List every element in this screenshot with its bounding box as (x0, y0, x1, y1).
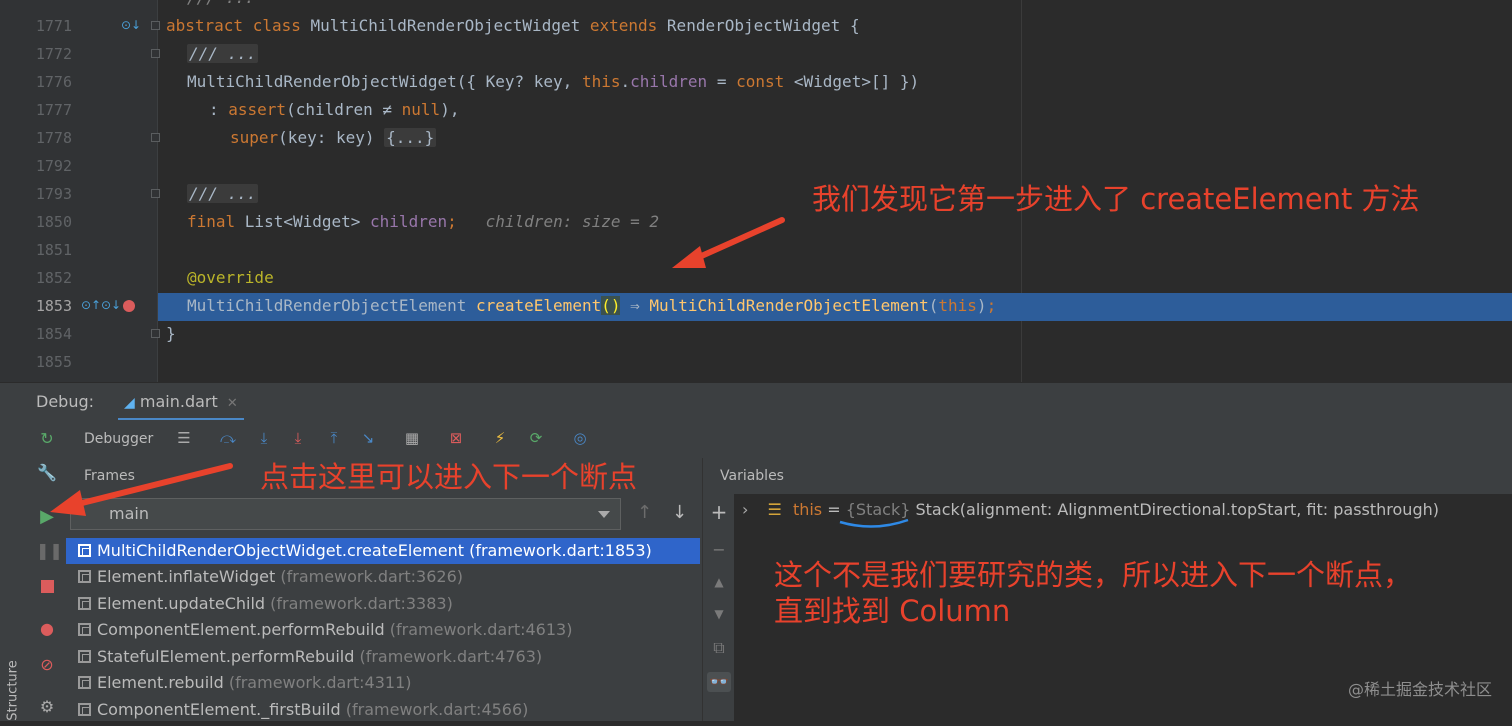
variables-toolbar: + − ▲ ▼ ⧉ 👓 (702, 494, 736, 721)
fold-marker-icon[interactable] (151, 21, 160, 30)
inline-debug-hint: children: size = 2 (485, 212, 660, 231)
frame-item-selected[interactable]: MultiChildRenderObjectWidget.createEleme… (66, 538, 700, 564)
code-editor[interactable]: /// ... 1771 1772 1776 1777 1778 1792 17… (0, 0, 1512, 382)
stop-button[interactable] (36, 576, 58, 598)
line-number: 1792 (35, 157, 72, 175)
annotation-text: 点击这里可以进入下一个断点 (260, 460, 638, 494)
code-line: super(key: key) {...} (230, 128, 437, 147)
code-line: MultiChildRenderObjectWidget({ Key? key,… (187, 72, 920, 91)
frame-item[interactable]: Element.rebuild (framework.dart:4311) (66, 670, 700, 696)
mute-breakpoints-icon[interactable]: ⊘ (36, 654, 58, 676)
debug-label: Debug: (36, 392, 95, 411)
line-number-current: 1853 (35, 297, 72, 315)
line-number: 1771 (35, 17, 72, 35)
frame-icon (78, 676, 91, 689)
annotation-arrow (672, 217, 785, 268)
frame-item[interactable]: ComponentElement.performRebuild (framewo… (66, 617, 700, 643)
frame-icon (78, 597, 91, 610)
step-into-icon[interactable]: ⤓ (254, 428, 274, 448)
pause-icon[interactable]: ❚❚ (36, 540, 63, 562)
show-list-icon[interactable]: ☰ (174, 428, 194, 448)
line-number: 1777 (35, 101, 72, 119)
view-breakpoints-icon[interactable]: ● (36, 618, 58, 640)
code-line: } (166, 324, 176, 343)
fold-marker-icon[interactable] (151, 49, 160, 58)
step-out-icon[interactable]: ⤒ (324, 428, 344, 448)
frame-icon (78, 623, 91, 636)
tab-label: main.dart (139, 392, 218, 411)
line-number: 1854 (35, 325, 72, 343)
frame-icon (78, 570, 91, 583)
variables-header: Variables (702, 458, 1512, 494)
line-number: 1850 (35, 213, 72, 231)
frame-icon (78, 703, 91, 716)
close-icon[interactable]: ✕ (227, 396, 238, 411)
move-down-icon[interactable]: ▼ (709, 604, 729, 624)
watermark: @稀土掘金技术社区 (1347, 680, 1492, 699)
line-number: 1772 (35, 45, 72, 63)
fold-marker-icon[interactable] (151, 329, 160, 338)
tab-main-dart[interactable]: ◢ main.dart ✕ (118, 383, 244, 421)
hot-restart-icon[interactable]: ⟳ (526, 428, 546, 448)
line-number: 1776 (35, 73, 72, 91)
fold-marker-icon[interactable] (151, 189, 160, 198)
code-line: : assert(children ≠ null), (209, 100, 460, 119)
fold-marker-icon[interactable] (151, 133, 160, 142)
evaluate-expression-icon[interactable]: ▦ (402, 428, 422, 448)
code-line: @override (187, 268, 274, 287)
code-line: abstract class MultiChildRenderObjectWid… (166, 16, 860, 35)
code-line: final List<Widget> children; children: s… (187, 212, 660, 231)
chevron-right-icon[interactable]: › (742, 500, 748, 519)
frame-item[interactable]: ComponentElement._firstBuild (framework.… (66, 697, 700, 721)
add-watch-icon[interactable]: + (709, 502, 729, 522)
annotation-text: 我们发现它第一步进入了 createElement 方法 (812, 182, 1420, 216)
force-step-into-icon[interactable]: ⤓ (288, 428, 308, 448)
next-frame-icon[interactable]: ↓ (672, 502, 687, 523)
line-number: 1793 (35, 185, 72, 203)
remove-watch-icon[interactable]: − (709, 540, 729, 560)
gear-icon[interactable]: ⚙ (36, 696, 58, 718)
field-icon: ☰ (767, 500, 782, 519)
code-line-current: MultiChildRenderObjectElement createElem… (187, 296, 997, 315)
annotation-text: 直到找到 Column (774, 594, 1011, 628)
code-line: /// ... (187, 44, 259, 63)
overrides-method-icon[interactable]: ⊙↑ (81, 298, 101, 312)
line-number: 1851 (35, 241, 72, 259)
annotation-underline (839, 518, 909, 528)
debug-tool-window-header: Debug: ◢ main.dart ✕ (0, 382, 1512, 421)
structure-tab[interactable]: Structure (6, 656, 21, 726)
previous-frame-icon[interactable]: ↑ (637, 502, 652, 523)
breakpoint-icon[interactable] (123, 300, 135, 312)
code-line: /// ... (187, 184, 259, 203)
overridden-method-icon[interactable]: ⊙↓ (101, 298, 121, 312)
step-over-icon[interactable]: ⤼ (218, 428, 238, 448)
move-up-icon[interactable]: ▲ (709, 572, 729, 592)
run-to-cursor-icon[interactable]: ↘ (358, 428, 378, 448)
drop-frame-icon[interactable]: ⊠ (446, 428, 466, 448)
code-line-partial: /// ... (187, 0, 254, 12)
flutter-icon: ◢ (124, 395, 135, 411)
annotation-arrow (50, 463, 233, 516)
frame-icon (78, 650, 91, 663)
debugger-label: Debugger (84, 431, 154, 447)
devtools-icon[interactable]: ◎ (570, 428, 590, 448)
line-number: 1852 (35, 269, 72, 287)
chevron-down-icon (598, 511, 610, 518)
copy-icon[interactable]: ⧉ (709, 638, 729, 658)
frame-item[interactable]: StatefulElement.performRebuild (framewor… (66, 644, 700, 670)
rerun-icon[interactable]: ↻ (36, 428, 58, 450)
glasses-icon[interactable]: 👓 (707, 672, 731, 692)
overriding-method-icon[interactable]: ⊙↓ (121, 18, 141, 32)
hot-reload-icon[interactable]: ⚡ (490, 428, 510, 448)
line-number: 1855 (35, 353, 72, 371)
variables-label: Variables (720, 468, 784, 484)
variable-value: Stack(alignment: AlignmentDirectional.to… (915, 500, 1439, 519)
frame-item[interactable]: Element.inflateWidget (framework.dart:36… (66, 564, 700, 590)
line-number: 1778 (35, 129, 72, 147)
frame-item[interactable]: Element.updateChild (framework.dart:3383… (66, 591, 700, 617)
variable-name: this (792, 500, 823, 519)
left-tool-strip: Structure (0, 420, 28, 721)
frame-icon (78, 544, 91, 557)
